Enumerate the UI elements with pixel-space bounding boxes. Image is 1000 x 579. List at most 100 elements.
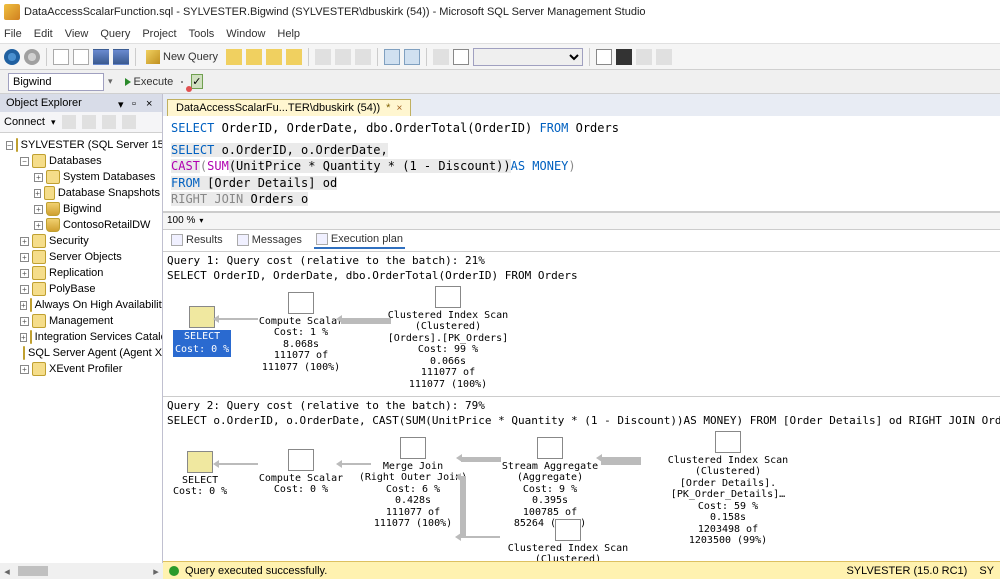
nav-back-icon[interactable] (4, 49, 20, 65)
pin-icon[interactable]: ▫ (132, 98, 142, 108)
conn-icon-1[interactable] (62, 115, 76, 129)
copy-icon[interactable] (335, 49, 351, 65)
query1-sql: SELECT OrderID, OrderDate, dbo.OrderTota… (163, 269, 1000, 286)
tab-close-icon[interactable]: × (396, 103, 402, 114)
menu-view[interactable]: View (65, 28, 89, 40)
query2-diagram: SELECT Cost: 0 % Compute Scalar Cost: 0 … (163, 431, 1000, 579)
index-scan-icon (715, 431, 741, 453)
dropdown-icon[interactable]: ▾ (118, 98, 128, 108)
query2-sql: SELECT o.OrderID, o.OrderDate, CAST(SUM(… (163, 414, 1000, 431)
conn-icon-3[interactable] (102, 115, 116, 129)
paste-icon[interactable] (355, 49, 371, 65)
tab-results[interactable]: Results (169, 232, 225, 248)
menu-tools[interactable]: Tools (189, 28, 215, 40)
solution-combo[interactable] (473, 48, 583, 66)
save-icon[interactable] (93, 49, 109, 65)
tb-icon-2[interactable] (246, 49, 262, 65)
database-combo[interactable] (8, 73, 104, 91)
msg-icon (237, 234, 249, 246)
query1-header: Query 1: Query cost (relative to the bat… (163, 252, 1000, 269)
tab-messages[interactable]: Messages (235, 232, 304, 248)
q1-compute-node[interactable]: Compute Scalar Cost: 1 % 8.068s 111077 o… (251, 292, 351, 374)
tb-r4-icon[interactable] (656, 49, 672, 65)
object-explorer: Object Explorer ▾▫× Connect▾ −SYLVESTER … (0, 94, 163, 579)
dirty-indicator: * (386, 102, 390, 114)
tree-polybase[interactable]: +PolyBase (2, 281, 160, 297)
query1-diagram: SELECT Cost: 0 % Compute Scalar Cost: 1 … (163, 286, 1000, 396)
status-user: SY (979, 565, 994, 577)
select-icon (187, 451, 213, 473)
tree-servobj[interactable]: +Server Objects (2, 249, 160, 265)
connect-label[interactable]: Connect (4, 116, 45, 128)
undo-icon[interactable] (384, 49, 400, 65)
menu-file[interactable]: File (4, 28, 22, 40)
sql-editor[interactable]: SELECT OrderID, OrderDate, dbo.OrderTota… (163, 116, 1000, 212)
tree-repl[interactable]: +Replication (2, 265, 160, 281)
objexp-scrollbar[interactable]: ◂▸ (0, 563, 163, 579)
tree-aoha[interactable]: +Always On High Availability (2, 297, 160, 313)
tab-execution-plan[interactable]: Execution plan (314, 231, 405, 249)
q2-merge-node[interactable]: Merge Join (Right Outer Join) Cost: 6 % … (358, 437, 468, 530)
tree-databases[interactable]: −Databases (2, 153, 160, 169)
q1-scan-node[interactable]: Clustered Index Scan (Clustered) [Orders… (363, 286, 533, 391)
plan-icon (316, 233, 328, 245)
tb-icon-1[interactable] (226, 49, 242, 65)
menu-query[interactable]: Query (100, 28, 130, 40)
tree-server[interactable]: −SYLVESTER (SQL Server 15.0.1900.25 - S (2, 137, 160, 153)
parse-icon[interactable]: ✓ (191, 74, 202, 89)
tree-sysdb[interactable]: +System Databases (2, 169, 160, 185)
tree-dbsnap[interactable]: +Database Snapshots (2, 185, 160, 201)
compute-scalar-icon (288, 449, 314, 471)
saveall-icon[interactable] (113, 49, 129, 65)
menu-window[interactable]: Window (226, 28, 265, 40)
q2-agg-node[interactable]: Stream Aggregate (Aggregate) Cost: 9 % 0… (495, 437, 605, 530)
tb-r1-icon[interactable] (596, 49, 612, 65)
tb-icon-3[interactable] (266, 49, 282, 65)
object-explorer-title: Object Explorer ▾▫× (0, 94, 162, 112)
q2-select-node[interactable]: SELECT Cost: 0 % (173, 451, 227, 498)
connect-toolbar: Connect▾ (0, 112, 162, 133)
open-icon[interactable] (73, 49, 89, 65)
tree-bigwind[interactable]: +Bigwind (2, 201, 160, 217)
q2-scan-od-node[interactable]: Clustered Index Scan (Clustered) [Order … (633, 431, 823, 547)
tab-active[interactable]: DataAccessScalarFu...TER\dbuskirk (54)) … (167, 99, 411, 116)
new-icon[interactable] (53, 49, 69, 65)
zoom-bar[interactable]: 100 %▾ (163, 212, 1000, 230)
status-server: SYLVESTER (15.0 RC1) (846, 565, 967, 577)
close-icon[interactable]: × (146, 98, 156, 108)
document-tabs: DataAccessScalarFu...TER\dbuskirk (54)) … (163, 94, 1000, 116)
tb-r3-icon[interactable] (636, 49, 652, 65)
status-ok-icon (169, 566, 179, 576)
tree-xevent[interactable]: +XEvent Profiler (2, 361, 160, 377)
menu-edit[interactable]: Edit (34, 28, 53, 40)
select-icon (189, 306, 215, 328)
q1-select-node[interactable]: SELECT Cost: 0 % (173, 306, 231, 357)
menu-project[interactable]: Project (142, 28, 176, 40)
stream-aggregate-icon (537, 437, 563, 459)
tb-misc2-icon[interactable] (453, 49, 469, 65)
tree-agent[interactable]: SQL Server Agent (Agent XPs disabl (2, 345, 160, 361)
status-message: Query executed successfully. (185, 565, 327, 577)
tb-r2-icon[interactable] (616, 49, 632, 65)
tree-security[interactable]: +Security (2, 233, 160, 249)
cut-icon[interactable] (315, 49, 331, 65)
redo-icon[interactable] (404, 49, 420, 65)
nav-fwd-icon[interactable] (24, 49, 40, 65)
compute-scalar-icon (288, 292, 314, 314)
execution-plan-pane[interactable]: Query 1: Query cost (relative to the bat… (163, 252, 1000, 579)
conn-icon-2[interactable] (82, 115, 96, 129)
q2-compute-node[interactable]: Compute Scalar Cost: 0 % (251, 449, 351, 496)
tb-misc-icon[interactable] (433, 49, 449, 65)
menu-help[interactable]: Help (277, 28, 300, 40)
new-query-button[interactable]: New Query (142, 49, 222, 65)
title-bar: DataAccessScalarFunction.sql - SYLVESTER… (0, 0, 1000, 24)
tb-icon-4[interactable] (286, 49, 302, 65)
tree-isc[interactable]: +Integration Services Catalogs (2, 329, 160, 345)
app-icon (4, 4, 20, 20)
tree-contoso[interactable]: +ContosoRetailDW (2, 217, 160, 233)
editor-area: DataAccessScalarFu...TER\dbuskirk (54)) … (163, 94, 1000, 579)
conn-icon-4[interactable] (122, 115, 136, 129)
new-query-icon (146, 50, 160, 64)
tree-mgmt[interactable]: +Management (2, 313, 160, 329)
execute-button[interactable]: Execute (121, 75, 178, 89)
